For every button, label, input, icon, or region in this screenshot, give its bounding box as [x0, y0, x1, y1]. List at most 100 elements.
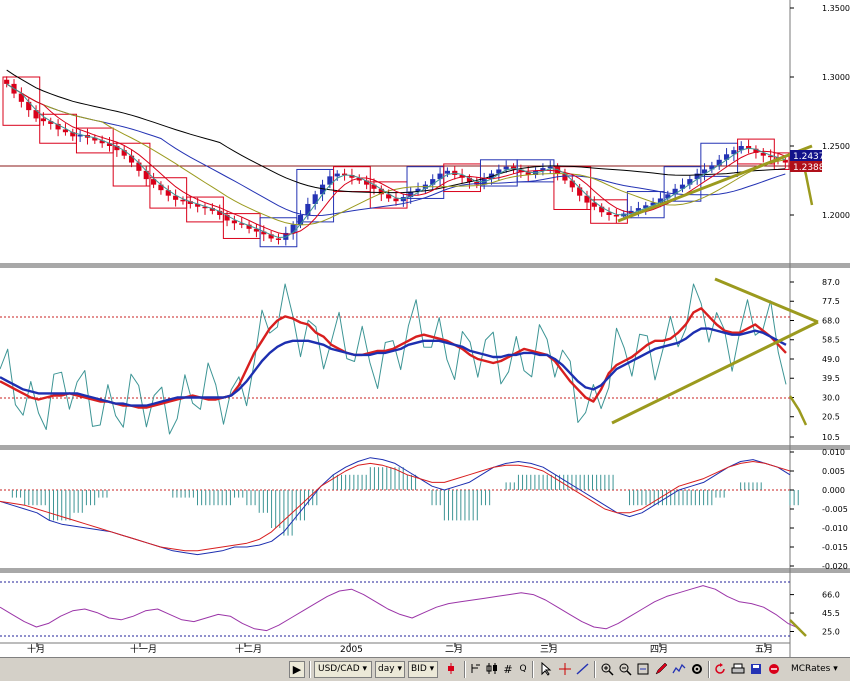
draw-button[interactable]: [653, 661, 669, 678]
x-tick-label: 五月: [755, 644, 773, 655]
candle-body: [4, 79, 10, 84]
y-tick-label: -0.005: [822, 505, 848, 514]
candle-body: [290, 224, 296, 233]
y-tick-label: -0.015: [822, 543, 848, 552]
y-tick-label: 1.3500: [822, 4, 850, 13]
candle-body: [444, 170, 450, 174]
stoch-projection-line[interactable]: [788, 395, 808, 426]
zoom-fit-button[interactable]: [635, 661, 651, 678]
chevron-down-icon: ▾: [397, 664, 402, 674]
cursor-button[interactable]: [538, 661, 554, 678]
rsi-panel: [0, 573, 790, 643]
y-tick-label: 39.5: [822, 374, 840, 383]
price-tag-last-text: 1.2388: [793, 163, 825, 173]
y-tick-label: 58.5: [822, 336, 840, 345]
hash-icon: #: [503, 663, 513, 676]
line-tool-button[interactable]: [575, 661, 591, 678]
bars-button[interactable]: [469, 661, 483, 678]
y-tick-label: 30.0: [822, 393, 840, 402]
scroll-next-button[interactable]: ▶: [289, 661, 305, 678]
y-tick-label: 66.0: [822, 591, 840, 600]
y-tick-label: 1.2000: [822, 211, 850, 220]
y-tick-label: 0.000: [822, 486, 845, 495]
zoom-in-button[interactable]: [599, 661, 615, 678]
candle-body: [275, 238, 282, 240]
y-tick-label: 10.5: [822, 433, 840, 442]
y-tick-label: 0.010: [822, 448, 845, 457]
brand-select[interactable]: MCRates ▾: [790, 661, 846, 678]
candle-body: [305, 203, 311, 215]
grid-icon: [486, 663, 497, 674]
help-icon: [769, 664, 779, 674]
hash-button[interactable]: #: [501, 661, 515, 678]
symbol-value: USD/CAD: [318, 664, 360, 674]
settings-button[interactable]: [689, 661, 705, 678]
y-tick-label: 49.0: [822, 355, 840, 364]
help-button[interactable]: [766, 661, 782, 678]
candle-body: [569, 180, 575, 188]
cursor-icon: [541, 661, 552, 676]
indicator-button[interactable]: [671, 661, 687, 678]
draw-icon: [655, 662, 668, 675]
y-tick-label: -0.020: [822, 562, 848, 571]
settings-icon: [692, 664, 702, 674]
chevron-down-icon: ▾: [429, 664, 435, 674]
y-tick-label: -0.010: [822, 524, 848, 533]
x-tick-label: 十二月: [235, 643, 262, 655]
price-side-value: BID: [411, 664, 427, 674]
save-button[interactable]: [748, 661, 764, 678]
refresh-icon: [715, 663, 725, 674]
panel-separator[interactable]: [0, 445, 850, 450]
toolbar-separator: [309, 661, 311, 678]
panel-separator[interactable]: [0, 568, 850, 573]
y-tick-label: 1.2500: [822, 142, 850, 151]
x-tick-label: 四月: [650, 644, 668, 655]
y-tick-label: 1.3000: [822, 73, 850, 82]
x-tick-label: 二月: [445, 644, 463, 655]
x-tick-label: 十一月: [130, 643, 157, 655]
toolbar-separator: [464, 661, 466, 678]
refresh-button[interactable]: [712, 661, 728, 678]
indicator-icon: [672, 663, 686, 674]
quote-label: Q: [519, 664, 527, 674]
candle-body: [231, 220, 237, 224]
chart-type-button[interactable]: [441, 661, 461, 678]
print-button[interactable]: [730, 661, 746, 678]
bottom-toolbar: ▶ USD/CAD ▾ day ▾ BID ▾ # Q MCRates ▾: [0, 657, 850, 681]
y-tick-label: 68.0: [822, 316, 840, 325]
price-tag-bid-text: 1.2437: [793, 152, 825, 162]
symbol-select[interactable]: USD/CAD ▾: [314, 661, 372, 678]
brand-label: MCRates: [791, 664, 831, 674]
price-side-select[interactable]: BID ▾: [408, 661, 438, 678]
x-tick-label: 三月: [540, 644, 558, 655]
save-icon: [751, 664, 761, 674]
candle-body: [136, 162, 142, 171]
timeframe-select[interactable]: day ▾: [375, 661, 405, 678]
panel-separator[interactable]: [0, 263, 850, 268]
candle-body: [503, 166, 509, 170]
y-tick-label: 20.5: [822, 413, 840, 422]
chevron-down-icon: ▾: [833, 664, 838, 674]
y-tick-label: 45.5: [822, 609, 840, 618]
quote-button[interactable]: Q: [516, 661, 530, 678]
x-tick-label: 十月: [27, 643, 45, 655]
candle-body: [297, 215, 304, 225]
candle-body: [547, 166, 553, 169]
bars-icon: [471, 664, 480, 673]
y-tick-label: 25.0: [822, 628, 840, 637]
chart-area[interactable]: 1.3500 1.3000 1.2500 1.2000 87.0 77.5 68.0 58.5…: [0, 0, 850, 657]
zoom-out-icon: [619, 663, 632, 676]
stochastic-panel: [0, 268, 790, 445]
line-tool-icon: [576, 663, 589, 675]
candle-body: [606, 212, 612, 215]
crosshair-button[interactable]: [557, 661, 573, 678]
y-tick-label: 0.005: [822, 467, 845, 476]
print-icon: [731, 663, 745, 674]
rsi-projection-line[interactable]: [789, 619, 807, 637]
y-tick-label: 77.5: [822, 297, 840, 306]
timeframe-value: day: [378, 664, 395, 674]
y-tick-label: 87.0: [822, 278, 840, 287]
zoom-out-button[interactable]: [617, 661, 633, 678]
candles-button[interactable]: [485, 661, 499, 678]
zoom-fit-icon: [637, 663, 649, 675]
